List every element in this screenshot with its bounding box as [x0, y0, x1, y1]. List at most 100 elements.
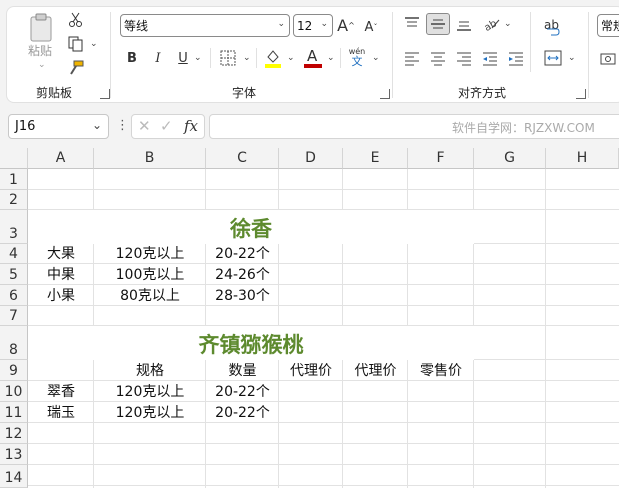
column-header-e[interactable]: E	[343, 148, 408, 169]
align-center-icon[interactable]	[430, 51, 446, 67]
select-all-corner[interactable]	[0, 148, 28, 169]
title2-merged-cell[interactable]: 齐镇猕猴桃	[28, 326, 474, 360]
row-header-9[interactable]: 9	[0, 360, 28, 381]
decrease-indent-icon[interactable]	[482, 51, 498, 67]
cell-b4[interactable]: 120克以上	[94, 244, 206, 264]
insert-function-button[interactable]: fx	[184, 117, 198, 135]
shrink-font-button[interactable]: Aˇ	[362, 16, 380, 38]
row-header-14[interactable]: 14	[0, 465, 28, 488]
align-right-icon[interactable]	[456, 51, 472, 67]
clipboard-launcher-icon[interactable]	[100, 89, 110, 99]
align-bottom-icon[interactable]	[456, 16, 472, 32]
bold-button[interactable]: B	[124, 49, 140, 67]
row-header-11[interactable]: 11	[0, 402, 28, 423]
cell-a4[interactable]: 大果	[28, 244, 94, 264]
copy-dropdown-icon[interactable]: ⌄	[90, 39, 98, 49]
clipboard-group-label: 剪贴板	[36, 86, 73, 100]
row-header-5[interactable]: 5	[0, 264, 28, 285]
cell-d9[interactable]: 代理价	[279, 360, 343, 381]
row-header-2[interactable]: 2	[0, 190, 28, 210]
font-launcher-icon[interactable]	[380, 89, 390, 99]
font-color-button[interactable]: A	[304, 47, 322, 69]
paste-icon	[30, 13, 52, 42]
enter-icon[interactable]: ✓	[160, 117, 173, 135]
column-header-d[interactable]: D	[279, 148, 343, 169]
underline-button[interactable]: U	[175, 49, 191, 67]
cell-a5[interactable]: 中果	[28, 264, 94, 285]
cell-e9[interactable]: 代理价	[343, 360, 408, 381]
cell-c11[interactable]: 20-22个	[206, 402, 279, 423]
column-header-a[interactable]: A	[28, 148, 94, 169]
cell-c5[interactable]: 24-26个	[206, 264, 279, 285]
cut-icon[interactable]	[68, 12, 84, 28]
column-header-c[interactable]: C	[206, 148, 279, 169]
italic-button[interactable]: I	[150, 49, 166, 67]
cell-a6[interactable]: 小果	[28, 285, 94, 306]
align-middle-icon	[431, 19, 445, 29]
borders-icon[interactable]	[220, 50, 236, 66]
cell-f9[interactable]: 零售价	[408, 360, 474, 381]
alignment-group-label: 对齐方式	[458, 86, 507, 100]
formula-input[interactable]: 软件自学网：RJZXW.COM	[209, 114, 619, 139]
row-header-7[interactable]: 7	[0, 306, 28, 326]
underline-dropdown-icon[interactable]: ⌄	[194, 53, 202, 63]
align-left-icon[interactable]	[404, 51, 420, 67]
orientation-icon[interactable]: ab	[482, 14, 500, 32]
borders-dropdown-icon[interactable]: ⌄	[243, 53, 251, 63]
font-color-dropdown-icon[interactable]: ⌄	[327, 53, 335, 63]
row-header-3[interactable]: 3	[0, 210, 28, 244]
alignment-launcher-icon[interactable]	[576, 89, 586, 99]
cell-c10[interactable]: 20-22个	[206, 381, 279, 402]
cell-b10[interactable]: 120克以上	[94, 381, 206, 402]
align-top-icon[interactable]	[404, 16, 420, 32]
cell-c9[interactable]: 数量	[206, 360, 279, 381]
cell-b11[interactable]: 120克以上	[94, 402, 206, 423]
column-header-b[interactable]: B	[94, 148, 206, 169]
row-header-10[interactable]: 10	[0, 381, 28, 402]
row-header-1[interactable]: 1	[0, 169, 28, 190]
merge-center-icon[interactable]	[544, 50, 562, 66]
paste-label: 粘贴	[28, 44, 53, 58]
cancel-icon[interactable]: ✕	[138, 117, 151, 135]
name-box[interactable]: J16 ⌄	[8, 114, 109, 139]
cell-b9[interactable]: 规格	[94, 360, 206, 381]
cell-b6[interactable]: 80克以上	[94, 285, 206, 306]
worksheet-grid[interactable]	[0, 148, 619, 488]
cell-c6[interactable]: 28-30个	[206, 285, 279, 306]
align-middle-button[interactable]	[426, 13, 450, 35]
fill-color-dropdown-icon[interactable]: ⌄	[287, 53, 295, 63]
title-merged-cell[interactable]: 徐香	[28, 210, 474, 244]
more-options-icon[interactable]: ⋮	[116, 118, 129, 133]
font-size-combo[interactable]: 12 ⌄	[293, 14, 333, 37]
row-header-13[interactable]: 13	[0, 444, 28, 465]
increase-indent-icon[interactable]	[508, 51, 524, 67]
wrap-text-button[interactable]: ab	[544, 14, 564, 36]
paste-button[interactable]: 粘贴 ⌄	[24, 12, 60, 72]
separator	[588, 12, 589, 98]
column-header-g[interactable]: G	[474, 148, 546, 169]
column-header-h[interactable]: H	[546, 148, 619, 169]
cell-a10[interactable]: 翠香	[28, 381, 94, 402]
cell-a11[interactable]: 瑞玉	[28, 402, 94, 423]
row-header-12[interactable]: 12	[0, 423, 28, 444]
format-painter-icon[interactable]	[68, 60, 84, 76]
row-header-6[interactable]: 6	[0, 285, 28, 306]
phonetic-button[interactable]: wén 文	[347, 47, 367, 69]
fill-color-icon[interactable]	[264, 48, 282, 68]
copy-icon[interactable]	[68, 36, 84, 52]
orientation-dropdown-icon[interactable]: ⌄	[504, 19, 512, 29]
phonetic-dropdown-icon[interactable]: ⌄	[372, 53, 380, 63]
row-header-8[interactable]: 8	[0, 326, 28, 360]
grow-font-button[interactable]: A ^	[337, 14, 355, 36]
row-header-4[interactable]: 4	[0, 244, 28, 264]
merge-dropdown-icon[interactable]: ⌄	[568, 53, 576, 63]
cell-c4[interactable]: 20-22个	[206, 244, 279, 264]
font-name-combo[interactable]: 等线 ⌄	[120, 14, 290, 37]
column-header-f[interactable]: F	[408, 148, 474, 169]
number-format-combo[interactable]: 常规	[597, 14, 619, 37]
chevron-down-icon[interactable]: ⌄	[92, 118, 102, 132]
currency-format-icon[interactable]	[600, 51, 618, 67]
name-box-value: J16	[15, 119, 36, 134]
font-group-label: 字体	[232, 86, 257, 100]
cell-b5[interactable]: 100克以上	[94, 264, 206, 285]
